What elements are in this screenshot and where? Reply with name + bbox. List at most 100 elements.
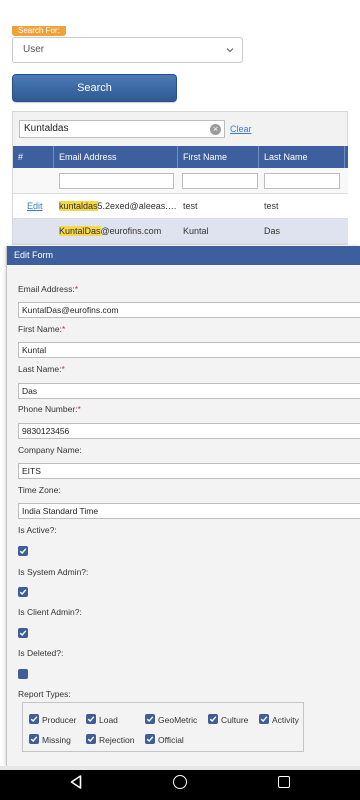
last-name-cell: Das: [264, 226, 281, 236]
clear-link[interactable]: Clear: [230, 124, 252, 134]
checkmark-icon: [30, 716, 38, 723]
search-for-label: Search For:: [12, 26, 66, 36]
is-client-admin-label: Is Client Admin?:: [18, 607, 82, 617]
required-mark: *: [77, 404, 81, 414]
is-active-label: Is Active?:: [18, 525, 57, 535]
column-filter-row: [13, 168, 348, 194]
checkmark-icon: [87, 716, 95, 723]
report-type-label: Load: [99, 715, 118, 725]
company-label: Company Name:: [18, 445, 82, 455]
report-types-label: Report Types:: [18, 689, 71, 699]
column-header-first-name[interactable]: First Name: [178, 146, 259, 168]
grid-filter-value: Kuntaldas: [24, 123, 69, 134]
email-rest: 5.2exed@aleeas.c...: [97, 201, 178, 211]
clear-input-icon[interactable]: ×: [210, 124, 221, 135]
checkmark-icon: [87, 736, 95, 743]
report-type-label: Official: [158, 735, 184, 745]
back-icon[interactable]: [69, 774, 83, 790]
report-type-label: Rejection: [99, 735, 135, 745]
checkmark-icon: [19, 589, 27, 596]
last-name-field[interactable]: Das: [18, 383, 360, 399]
required-mark: *: [61, 364, 65, 374]
first-name-cell: test: [183, 201, 198, 211]
phone-field[interactable]: 9830123456: [18, 423, 360, 439]
edit-link[interactable]: Edit: [27, 201, 43, 211]
form-title: Edit Form: [7, 246, 360, 265]
first-name-label: First Name:*: [18, 324, 66, 334]
email-cell: KuntalDas@eurofins.com: [54, 219, 178, 244]
report-type-missing[interactable]: Missing: [29, 734, 71, 746]
report-type-official[interactable]: Official: [145, 734, 184, 746]
search-type-value: User: [23, 44, 45, 55]
timezone-label: Time Zone:: [18, 485, 61, 495]
checkmark-icon: [146, 716, 154, 723]
first-name-cell: Kuntal: [183, 226, 209, 236]
edit-form-panel: Edit Form Email Address:* KuntalDas@euro…: [6, 246, 360, 766]
search-button[interactable]: Search: [12, 74, 177, 102]
is-client-admin-checkbox[interactable]: [18, 628, 28, 638]
checkmark-icon: [19, 630, 27, 637]
timezone-field[interactable]: India Standard Time: [18, 503, 360, 519]
is-deleted-checkbox[interactable]: [18, 669, 28, 679]
email-field[interactable]: KuntalDas@eurofins.com: [18, 302, 360, 318]
checkmark-icon: [146, 736, 154, 743]
report-type-label: Missing: [42, 735, 71, 745]
email-cell: kuntaldas5.2exed@aleeas.c...: [54, 194, 178, 219]
grid-filter-input[interactable]: Kuntaldas ×: [19, 120, 225, 138]
email-match-highlight: KuntalDas: [59, 226, 101, 236]
checkmark-icon: [260, 716, 268, 723]
email-column-filter[interactable]: [59, 173, 174, 189]
email-rest: @eurofins.com: [100, 226, 162, 236]
activity-checkbox[interactable]: [259, 714, 269, 724]
geometric-checkbox[interactable]: [145, 714, 155, 724]
rejection-checkbox[interactable]: [86, 734, 96, 744]
report-type-label: Activity: [272, 715, 299, 725]
last-name-label: Last Name:*: [18, 364, 65, 374]
producer-checkbox[interactable]: [29, 714, 39, 724]
load-checkbox[interactable]: [86, 714, 96, 724]
search-area: Search For: User Search Kuntaldas × Clea…: [0, 0, 360, 245]
report-type-culture[interactable]: Culture: [208, 714, 248, 726]
missing-checkbox[interactable]: [29, 734, 39, 744]
search-type-select[interactable]: User: [12, 37, 243, 63]
report-type-load[interactable]: Load: [86, 714, 118, 726]
last-name-column-filter[interactable]: [264, 173, 340, 189]
official-checkbox[interactable]: [145, 734, 155, 744]
report-type-activity[interactable]: Activity: [259, 714, 299, 726]
is-system-admin-checkbox[interactable]: [18, 587, 28, 597]
required-mark: *: [74, 284, 79, 294]
table-row-selected[interactable]: KuntalDas@eurofins.com Kuntal Das: [13, 219, 348, 244]
required-mark: *: [61, 324, 66, 334]
report-types-group: Producer Load GeoMetric Culture Activity…: [22, 702, 304, 752]
home-icon[interactable]: [173, 775, 187, 789]
email-match-highlight: kuntaldas: [59, 201, 98, 211]
column-header-index[interactable]: #: [13, 146, 54, 168]
is-deleted-label: Is Deleted?:: [18, 648, 64, 658]
is-system-admin-label: Is System Admin?:: [18, 567, 89, 577]
checkmark-icon: [19, 548, 27, 555]
checkmark-icon: [209, 716, 217, 723]
report-type-label: Culture: [221, 715, 249, 725]
report-type-label: GeoMetric: [158, 715, 198, 725]
table-row[interactable]: Edit kuntaldas5.2exed@aleeas.c... test t…: [13, 194, 348, 219]
column-header-email[interactable]: Email Address: [54, 146, 178, 168]
action-cell: [22, 219, 54, 244]
company-field[interactable]: EITS: [18, 463, 360, 479]
culture-checkbox[interactable]: [208, 714, 218, 724]
is-active-checkbox[interactable]: [18, 546, 28, 556]
results-grid: Kuntaldas × Clear # Email Address First …: [12, 111, 348, 245]
column-header-last-name[interactable]: Last Name: [259, 146, 345, 168]
report-type-geometric[interactable]: GeoMetric: [145, 714, 197, 726]
chevron-down-icon: [226, 48, 234, 53]
report-type-producer[interactable]: Producer: [29, 714, 77, 726]
recent-apps-icon[interactable]: [278, 776, 290, 788]
grid-header: # Email Address First Name Last Name: [13, 146, 348, 168]
first-name-field[interactable]: Kuntal: [18, 342, 360, 358]
checkmark-icon: [30, 736, 38, 743]
first-name-column-filter[interactable]: [182, 173, 258, 189]
last-name-cell: test: [264, 201, 279, 211]
phone-label: Phone Number:*: [18, 404, 81, 414]
email-label: Email Address:*: [18, 284, 79, 294]
report-type-label: Producer: [42, 715, 77, 725]
report-type-rejection[interactable]: Rejection: [86, 734, 134, 746]
